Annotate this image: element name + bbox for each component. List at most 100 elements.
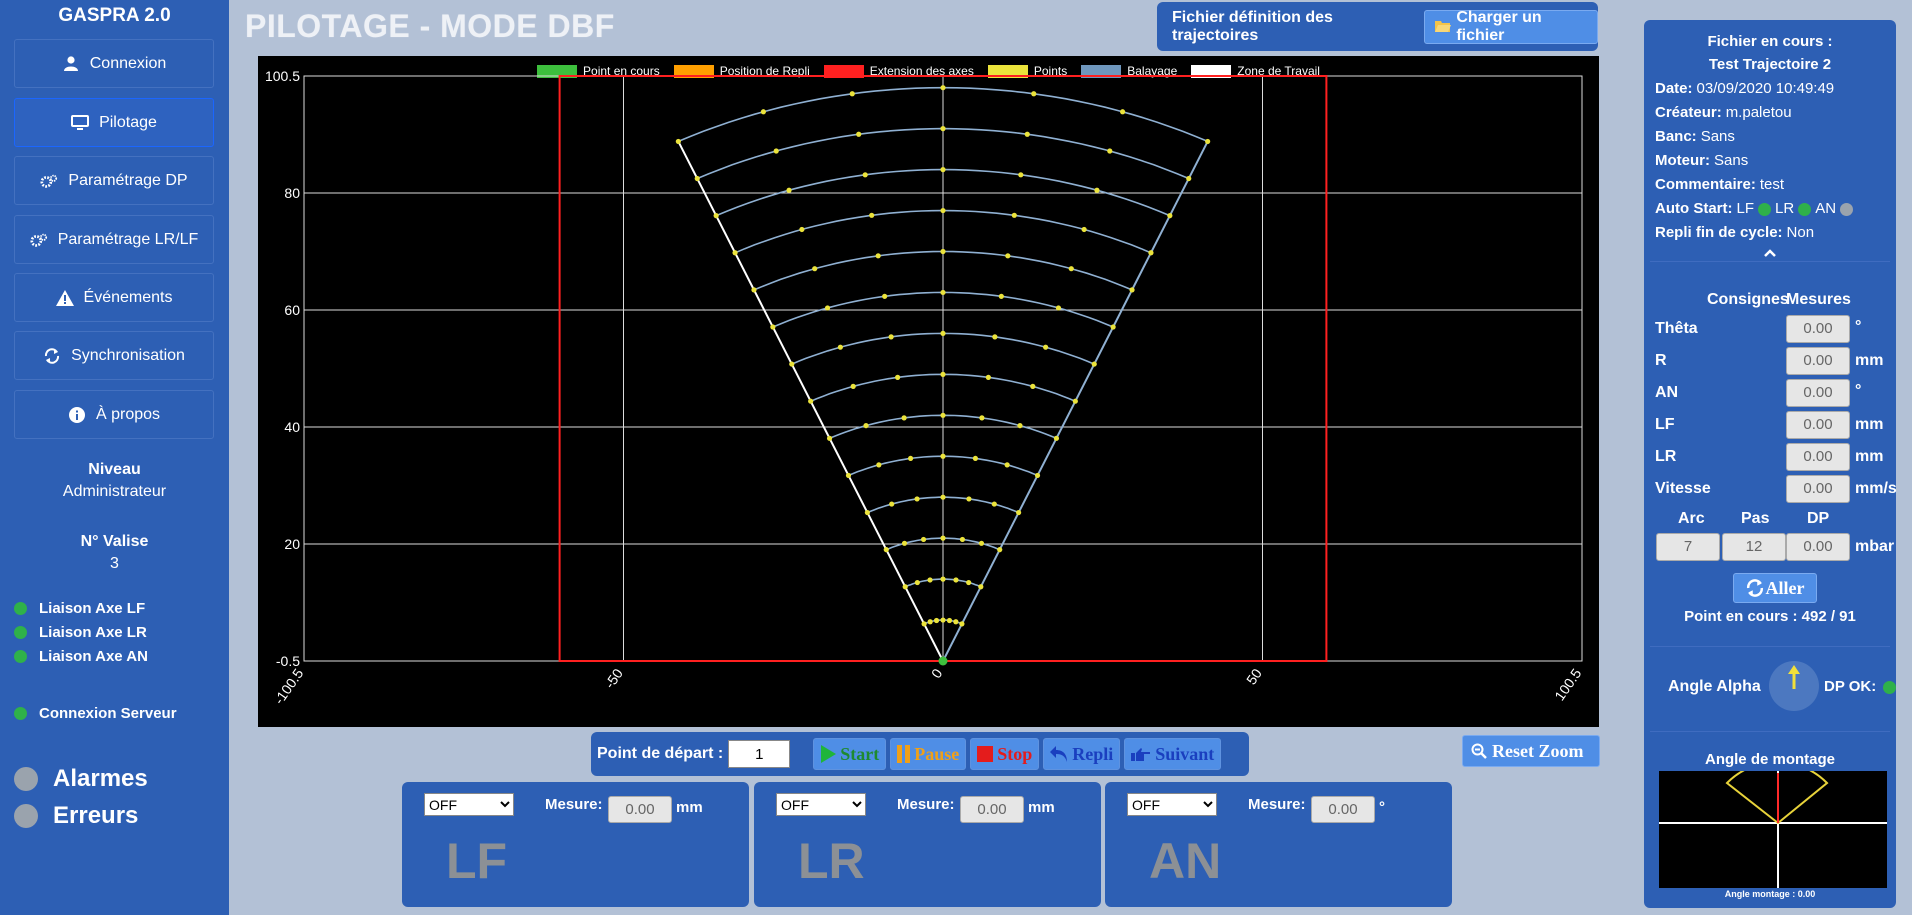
trajectory-point xyxy=(862,172,868,178)
trajectory-point xyxy=(902,584,908,590)
reset-zoom-button[interactable]: Reset Zoom xyxy=(1462,735,1600,767)
valise-value: 3 xyxy=(110,555,119,572)
trajectory-point xyxy=(940,167,946,173)
status-dot-icon xyxy=(14,707,27,720)
x-tick-label: 50 xyxy=(1243,665,1265,687)
status-dot-icon xyxy=(14,602,27,615)
trajectory-point xyxy=(992,334,998,340)
trajectory-point xyxy=(1120,109,1126,115)
y-tick-label: 100.5 xyxy=(265,68,300,84)
trajectory-point xyxy=(1031,91,1037,97)
status-dot-icon xyxy=(14,804,38,828)
status-dot-icon xyxy=(14,626,27,639)
aller-button[interactable]: Aller xyxy=(1733,573,1817,603)
trajectory-point xyxy=(907,455,914,462)
trajectory-point xyxy=(883,547,889,553)
angle-montage-title: Angle de montage xyxy=(1704,751,1835,768)
trajectory-point xyxy=(751,287,757,293)
trajectory-point xyxy=(799,226,805,233)
sidebar-item-pilotage[interactable]: Pilotage xyxy=(14,98,214,147)
start-point-input[interactable] xyxy=(728,740,791,768)
an-unit: ° xyxy=(1855,382,1862,399)
erreurs-status[interactable]: Erreurs xyxy=(14,802,138,830)
load-file-button[interactable]: Charger un fichier xyxy=(1424,9,1598,44)
suivant-button[interactable]: Suivant xyxy=(1124,738,1222,770)
trajectory-point xyxy=(694,175,700,182)
user-icon xyxy=(62,55,80,73)
link-status-label: Liaison Axe LF xyxy=(39,600,146,617)
axis-mode-select[interactable]: OFF xyxy=(776,793,866,816)
chart-plot-area[interactable]: -100.5 -50 0 50 100.5 -0.5 20 40 60 80 100.5 xyxy=(258,56,1599,727)
niveau-block: Niveau Administrateur xyxy=(0,461,229,501)
file-definition-label: Fichier définition des trajectoires xyxy=(1172,8,1333,44)
divider xyxy=(1650,261,1890,262)
trajectory-point xyxy=(953,577,959,583)
axis-panel-an: OFF Mesure: 0.00 ° AN xyxy=(1105,782,1452,907)
angle-montage-graphic xyxy=(1659,760,1887,888)
stop-icon xyxy=(977,746,994,762)
start-button[interactable]: Start xyxy=(813,738,887,770)
y-tick-label: 80 xyxy=(284,185,300,201)
stop-button[interactable]: Stop xyxy=(970,738,1040,770)
sidebar-item-parametrage-lr-lf[interactable]: Paramétrage LR/LF xyxy=(14,215,214,264)
status-dot-icon xyxy=(14,650,27,663)
dp-header: DP xyxy=(1807,510,1830,527)
trajectory-point xyxy=(998,293,1004,299)
pause-button[interactable]: Pause xyxy=(890,738,967,770)
arrow-up-icon xyxy=(1788,665,1800,689)
axis-mode-select[interactable]: OFF xyxy=(1127,793,1217,816)
trajectory-point xyxy=(786,187,792,193)
trajectory-point xyxy=(789,361,795,367)
axis-mode-select[interactable]: OFF xyxy=(424,793,514,816)
trajectory-point xyxy=(1186,175,1192,182)
moteur-label: Moteur: xyxy=(1655,152,1710,169)
divider xyxy=(1650,646,1890,647)
mesure-label: Mesure: xyxy=(897,796,955,813)
trajectory-point xyxy=(863,423,869,429)
trajectory-point xyxy=(940,85,946,91)
valise-block: N° Valise 3 xyxy=(0,533,229,573)
status-dot-icon xyxy=(1758,202,1772,216)
trajectory-point xyxy=(914,496,920,502)
y-tick-label: 20 xyxy=(284,536,300,552)
sidebar-item-label: Synchronisation xyxy=(71,346,185,364)
trajectory-point xyxy=(732,250,738,256)
pause-icon xyxy=(897,745,911,763)
vitesse-value: 0.00 xyxy=(1786,475,1850,503)
pas-value: 12 xyxy=(1722,533,1786,561)
mesure-label: Mesure: xyxy=(1248,796,1306,813)
trajectory-point xyxy=(959,536,966,543)
trajectory-point xyxy=(1053,435,1060,441)
trajectory-point xyxy=(985,374,991,380)
trajectory-point xyxy=(1072,398,1078,404)
link-status-label: Liaison Axe LR xyxy=(39,624,147,641)
lr-unit: mm xyxy=(1855,448,1884,465)
sidebar-item-parametrage-dp[interactable]: Paramétrage DP xyxy=(14,156,214,205)
trajectory-chart[interactable]: Point en cours Position de Repli Extensi… xyxy=(258,56,1599,727)
trajectory-point xyxy=(824,305,831,311)
divider xyxy=(1650,731,1890,732)
axis-name: LR xyxy=(798,833,865,889)
sidebar-item-label: Connexion xyxy=(89,54,167,72)
point-en-cours: Point en cours : 492 / 91 xyxy=(1684,608,1856,625)
commentaire-value: test xyxy=(1759,176,1785,193)
trajectory-point xyxy=(1107,148,1113,154)
trajectory-point xyxy=(869,212,875,218)
sidebar-item-synchronisation[interactable]: Synchronisation xyxy=(14,331,214,380)
trajectory-point xyxy=(856,131,862,137)
repli-button[interactable]: Repli xyxy=(1043,738,1121,770)
r-unit: mm xyxy=(1855,352,1884,369)
sidebar-item-evenements[interactable]: Événements xyxy=(14,273,214,322)
date-label: Date: xyxy=(1655,80,1693,97)
trajectory-point xyxy=(940,412,946,418)
angle-montage-caption: Angle montage : 0.00 xyxy=(1724,889,1816,899)
collapse-chevron-icon[interactable] xyxy=(1644,245,1896,261)
sidebar-item-connexion[interactable]: Connexion xyxy=(14,39,214,88)
trajectory-point xyxy=(1129,287,1135,293)
trajectory-point xyxy=(1148,250,1154,256)
sidebar-item-a-propos[interactable]: À propos xyxy=(14,390,214,439)
alarmes-status[interactable]: Alarmes xyxy=(14,765,148,793)
trajectory-point xyxy=(920,536,927,543)
erreurs-label: Erreurs xyxy=(53,802,139,829)
trajectory-point xyxy=(773,148,779,154)
